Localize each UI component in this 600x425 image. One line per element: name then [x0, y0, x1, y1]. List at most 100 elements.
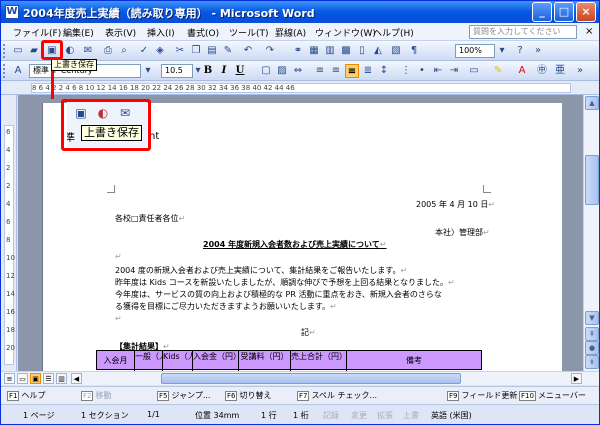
- fkey-f1[interactable]: F1 ヘルプ: [7, 390, 45, 401]
- align-right-icon[interactable]: ≡: [345, 64, 359, 78]
- table-header-cell[interactable]: Kids（人）: [163, 351, 193, 371]
- scroll-right-icon[interactable]: ▶: [571, 373, 582, 384]
- align-justify-icon[interactable]: ≡: [313, 64, 327, 78]
- zoom-select[interactable]: 100%: [455, 44, 495, 58]
- status-section[interactable]: 1 セクション: [81, 410, 129, 421]
- italic-button[interactable]: I: [217, 64, 231, 78]
- scroll-down-icon[interactable]: ▼: [585, 311, 599, 325]
- toolbar-options-icon[interactable]: »: [573, 64, 587, 78]
- print-layout-icon[interactable]: ▣: [30, 373, 41, 384]
- web-layout-icon[interactable]: ▭: [17, 373, 28, 384]
- status-rec[interactable]: 記録: [323, 410, 339, 421]
- help-search-input[interactable]: 質問を入力してください: [469, 25, 577, 39]
- title-bar[interactable]: W 2004年度売上実績（読み取り専用） - Microsoft Word _ …: [1, 1, 599, 23]
- underline-button[interactable]: U: [233, 64, 247, 78]
- next-page-icon[interactable]: ⇟: [585, 355, 599, 369]
- char-border-icon[interactable]: ▢: [259, 64, 273, 78]
- status-ext[interactable]: 拡張: [377, 410, 393, 421]
- insert-excel-icon[interactable]: ▩: [339, 44, 353, 58]
- normal-view-icon[interactable]: ≡: [4, 373, 15, 384]
- fkey-f9[interactable]: F9 フィールド更新: [447, 390, 517, 401]
- minimize-button[interactable]: _: [532, 2, 552, 22]
- horizontal-ruler[interactable]: 8 6 4 2 2 4 6 8 10 12 14 16 18 20 22 24 …: [1, 81, 599, 95]
- styles-pane-icon[interactable]: A: [11, 64, 25, 78]
- maximize-button[interactable]: □: [554, 2, 574, 22]
- scroll-thumb[interactable]: [585, 155, 599, 205]
- menu-table[interactable]: 罫線(A): [275, 26, 306, 39]
- format-painter-icon[interactable]: ✎: [221, 44, 235, 58]
- table-header-cell[interactable]: 受講料（円）: [239, 351, 291, 371]
- bullets-icon[interactable]: •: [415, 64, 429, 78]
- status-page[interactable]: 1 ページ: [23, 410, 54, 421]
- hyperlink-icon[interactable]: ⚭: [291, 44, 305, 58]
- menu-view[interactable]: 表示(V): [105, 26, 136, 39]
- fkey-f2[interactable]: F2 移動: [81, 390, 111, 401]
- table-header-cell[interactable]: 入会月: [97, 351, 135, 371]
- mail-icon[interactable]: ✉: [81, 44, 95, 58]
- toolbar-options-icon[interactable]: »: [531, 44, 545, 58]
- menu-window[interactable]: ウィンドウ(W): [315, 26, 376, 39]
- menu-insert[interactable]: 挿入(I): [147, 26, 175, 39]
- hscroll-thumb[interactable]: [161, 373, 461, 384]
- vertical-ruler[interactable]: 6 4 2 2 4 6 8 10 12 14 16 18 20: [1, 95, 17, 371]
- fkey-f10[interactable]: F10 メニューバー: [519, 390, 586, 401]
- toolbar-grip[interactable]: [3, 44, 6, 58]
- fkey-f7[interactable]: F7 スペル チェック...: [297, 390, 377, 401]
- status-column[interactable]: 1 桁: [293, 410, 309, 421]
- cut-icon[interactable]: ✂: [173, 44, 187, 58]
- table-header-cell[interactable]: 備考: [347, 351, 481, 371]
- previous-page-icon[interactable]: ⇞: [585, 327, 599, 341]
- menu-format[interactable]: 書式(O): [187, 26, 219, 39]
- distributed-icon[interactable]: ≣: [361, 64, 375, 78]
- research-icon[interactable]: ◈: [153, 44, 167, 58]
- line-spacing-icon[interactable]: ↕: [377, 64, 391, 78]
- char-shading-icon[interactable]: ▨: [275, 64, 289, 78]
- print-preview-icon[interactable]: ⌕: [117, 44, 131, 58]
- new-document-icon[interactable]: ▭: [11, 44, 25, 58]
- numbering-icon[interactable]: ⋮: [399, 64, 413, 78]
- spelling-icon[interactable]: ✓: [137, 44, 151, 58]
- paste-icon[interactable]: ▤: [205, 44, 219, 58]
- menu-edit[interactable]: 編集(E): [63, 26, 94, 39]
- scroll-left-icon[interactable]: ◀: [71, 373, 82, 384]
- menu-file[interactable]: ファイル(F): [13, 26, 61, 39]
- horizontal-scrollbar[interactable]: ≡ ▭ ▣ ☰ ▥ ◀ ▶: [1, 371, 599, 385]
- show-hide-icon[interactable]: ¶: [407, 44, 421, 58]
- status-position[interactable]: 位置 34mm: [195, 410, 239, 421]
- insert-table-icon[interactable]: ▥: [323, 44, 337, 58]
- copy-icon[interactable]: ❐: [189, 44, 203, 58]
- char-scale-icon[interactable]: ⇔: [291, 64, 305, 78]
- toolbar-grip[interactable]: [3, 64, 6, 78]
- borders-icon[interactable]: ▭: [467, 64, 481, 78]
- reading-layout-icon[interactable]: ▥: [56, 373, 67, 384]
- menu-tools[interactable]: ツール(T): [229, 26, 269, 39]
- word-app-icon[interactable]: W: [5, 5, 19, 19]
- outline-view-icon[interactable]: ☰: [43, 373, 54, 384]
- table-header-cell[interactable]: 一般（人）: [135, 351, 163, 371]
- status-line[interactable]: 1 行: [261, 410, 277, 421]
- align-center-icon[interactable]: ≡: [329, 64, 343, 78]
- status-pages[interactable]: 1/1: [147, 410, 160, 419]
- drawing-icon[interactable]: ◭: [371, 44, 385, 58]
- style-dropdown-icon[interactable]: ▾: [141, 64, 155, 78]
- permission-icon[interactable]: ◐: [63, 44, 77, 58]
- font-color-icon[interactable]: A: [515, 64, 529, 78]
- decrease-indent-icon[interactable]: ⇤: [431, 64, 445, 78]
- menu-help[interactable]: ヘルプ(H): [373, 26, 414, 39]
- zoom-dropdown-icon[interactable]: ▾: [495, 44, 509, 58]
- results-table[interactable]: 入会月 一般（人） Kids（人） 入会金（円） 受講料（円） 売上合計（円） …: [96, 350, 482, 371]
- phonetic-guide-icon[interactable]: 亜: [553, 64, 567, 78]
- bold-button[interactable]: B: [201, 64, 215, 78]
- undo-icon[interactable]: ↶: [241, 44, 255, 58]
- increase-indent-icon[interactable]: ⇥: [447, 64, 461, 78]
- scroll-up-icon[interactable]: ▲: [585, 96, 599, 110]
- help-icon[interactable]: ?: [513, 44, 527, 58]
- browse-object-icon[interactable]: ●: [585, 341, 599, 355]
- fkey-f5[interactable]: F5 ジャンプ...: [157, 390, 210, 401]
- vertical-scrollbar[interactable]: ▲ ▼ ⇞ ● ⇟: [583, 95, 599, 371]
- highlight-icon[interactable]: ✎: [491, 64, 505, 78]
- table-header-cell[interactable]: 入会金（円）: [193, 351, 239, 371]
- redo-icon[interactable]: ↷: [263, 44, 277, 58]
- status-trk[interactable]: 変更: [351, 410, 367, 421]
- document-map-icon[interactable]: ▧: [389, 44, 403, 58]
